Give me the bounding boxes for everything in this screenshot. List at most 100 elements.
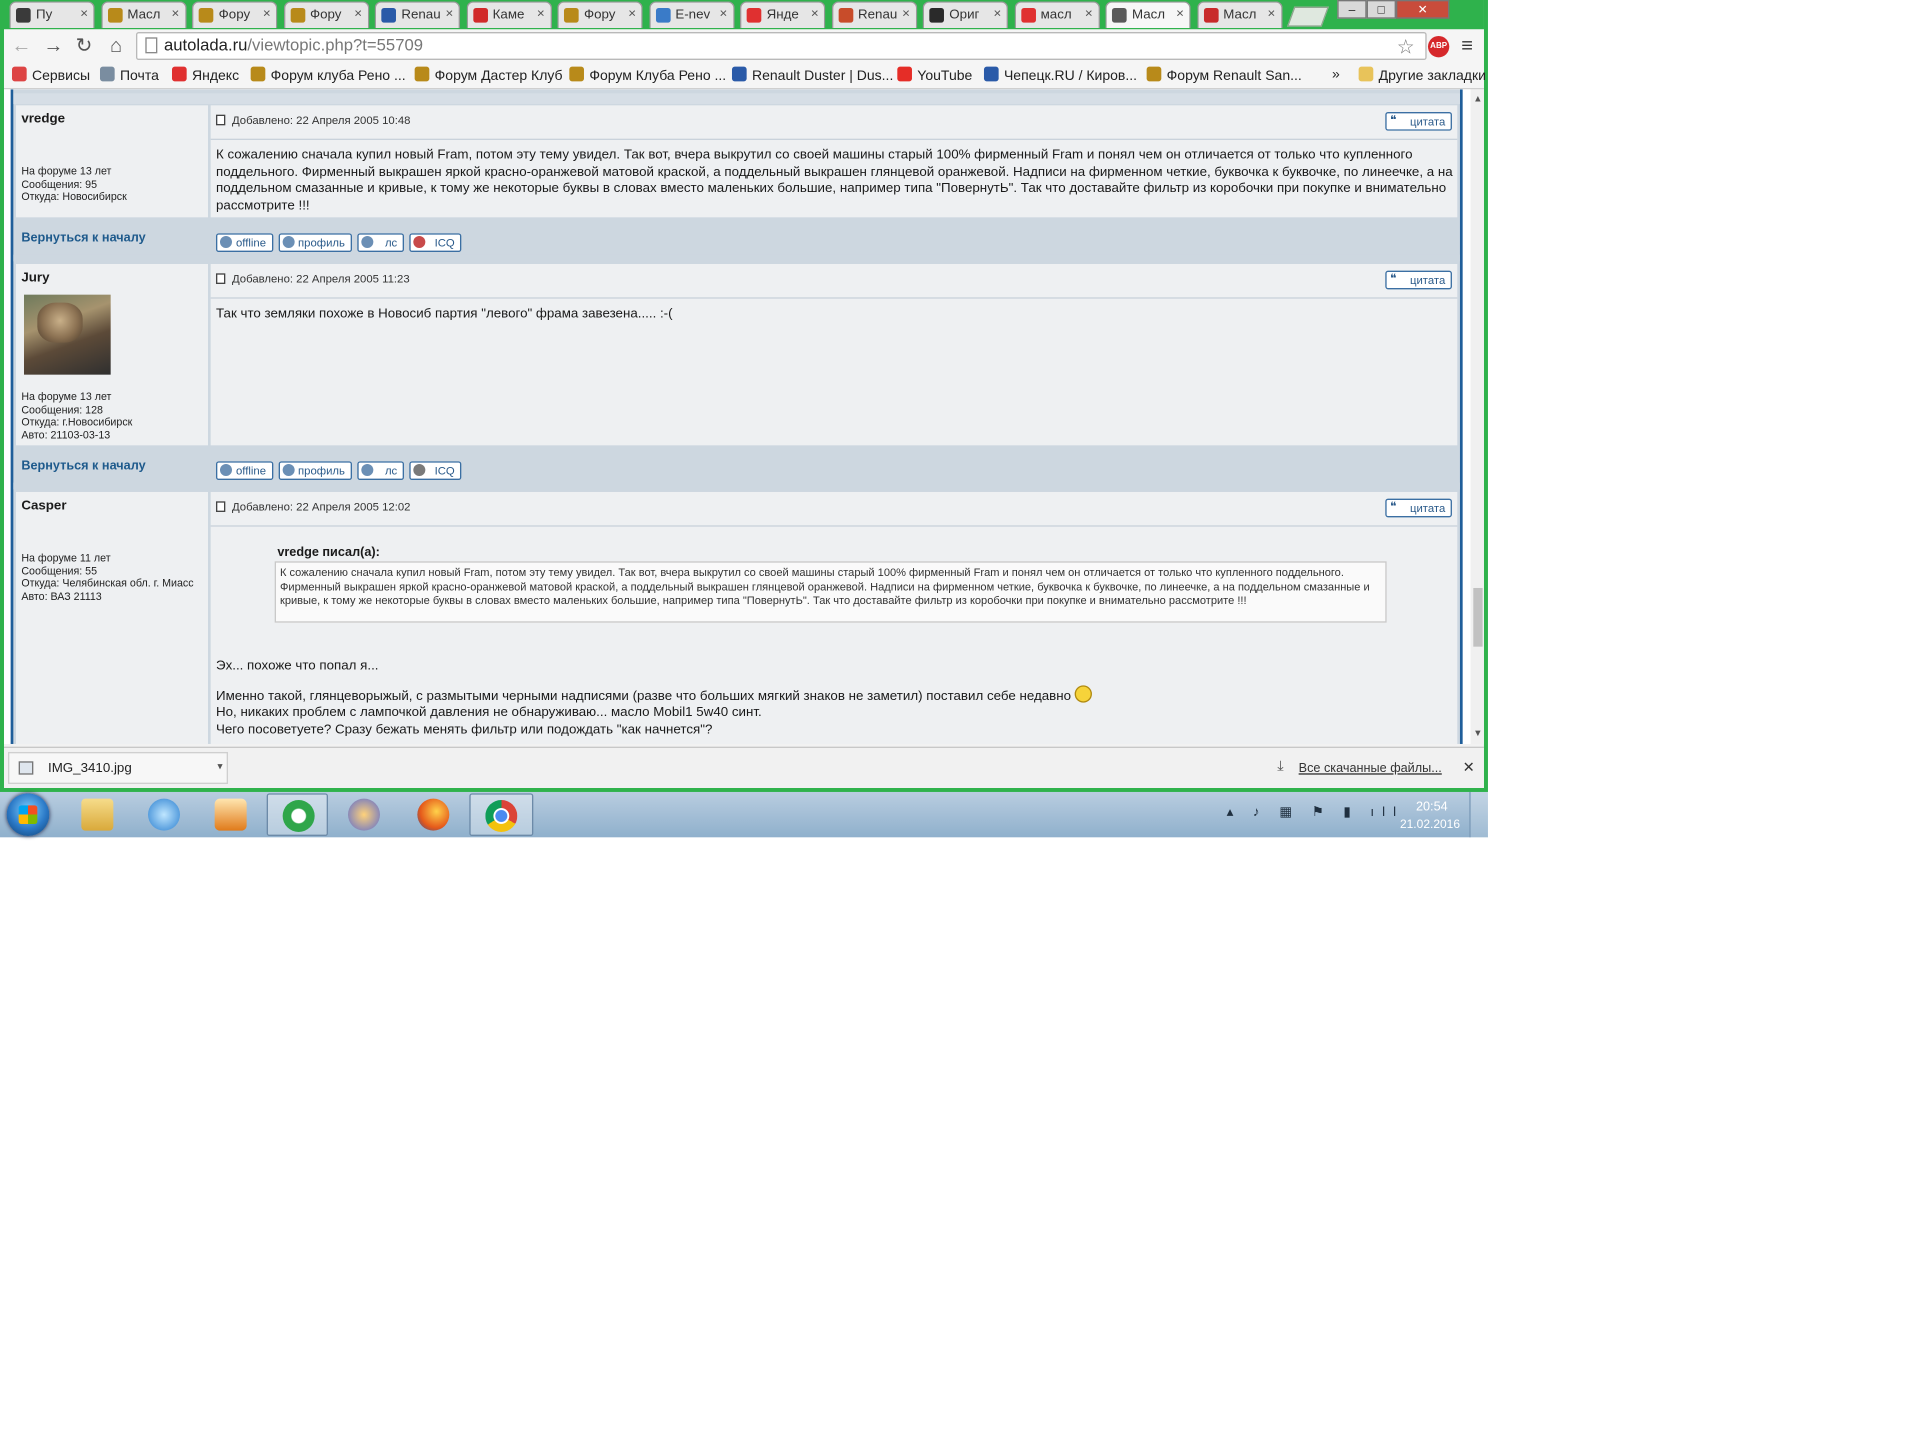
bookmark-item[interactable]: Яндекс bbox=[171, 66, 239, 84]
browser-tab[interactable]: Масл × bbox=[1105, 1, 1191, 28]
tab-close-icon[interactable]: × bbox=[537, 7, 545, 22]
show-desktop-button[interactable] bbox=[1469, 791, 1490, 838]
taskbar-mail-agent[interactable] bbox=[266, 793, 328, 836]
icq-button[interactable]: ICQ bbox=[409, 461, 462, 480]
bookmark-item[interactable]: Чепецк.RU / Киров... bbox=[983, 66, 1137, 84]
maximize-button[interactable]: □ bbox=[1366, 0, 1396, 19]
profile-button[interactable]: профиль bbox=[278, 461, 352, 480]
quote-button[interactable]: цитата bbox=[1384, 270, 1452, 290]
new-tab-button[interactable] bbox=[1286, 6, 1329, 27]
bookmark-item[interactable]: Форум Дастер Клуб bbox=[414, 66, 563, 84]
tab-close-icon[interactable]: × bbox=[994, 7, 1002, 22]
url-text[interactable]: autolada.ru/viewtopic.php?t=55709 bbox=[164, 36, 423, 55]
address-bar[interactable]: autolada.ru/viewtopic.php?t=55709 ☆ bbox=[135, 31, 1427, 60]
browser-tab[interactable]: E-nev × bbox=[648, 1, 734, 28]
bookmark-label: Почта bbox=[119, 67, 159, 84]
bookmark-label: Сервисы bbox=[31, 67, 91, 84]
system-tray[interactable]: ▴ ♪ ▦ ⚑ ▮ ıll bbox=[1227, 805, 1404, 820]
menu-icon[interactable]: ≡ bbox=[1461, 35, 1473, 58]
browser-tab[interactable]: Янде × bbox=[739, 1, 826, 28]
browser-tab[interactable]: Фору × bbox=[191, 1, 278, 28]
home-icon[interactable]: ⌂ bbox=[104, 35, 128, 59]
download-bar: IMG_3410.jpg ▾ ⤓ Все скачанные файлы... … bbox=[3, 746, 1484, 788]
vertical-scrollbar[interactable]: ▲ ▼ bbox=[1470, 89, 1484, 744]
bookmark-item[interactable]: YouTube bbox=[897, 66, 972, 84]
tab-close-icon[interactable]: × bbox=[1085, 7, 1093, 22]
browser-tab[interactable]: Renau × bbox=[374, 1, 460, 28]
scroll-down-icon[interactable]: ▼ bbox=[1473, 729, 1482, 738]
browser-tab[interactable]: Renau × bbox=[831, 1, 917, 28]
icq-icon bbox=[413, 235, 426, 248]
tab-close-icon[interactable]: × bbox=[1268, 7, 1276, 22]
tab-close-icon[interactable]: × bbox=[263, 7, 271, 22]
close-window-button[interactable]: ✕ bbox=[1395, 0, 1450, 19]
tab-favicon-icon bbox=[15, 7, 31, 23]
browser-tab[interactable]: Масл × bbox=[100, 1, 186, 28]
tab-close-icon[interactable]: × bbox=[720, 7, 728, 22]
taskbar-ie[interactable] bbox=[133, 793, 194, 836]
tab-close-icon[interactable]: × bbox=[1176, 7, 1184, 22]
post-author[interactable]: Jury bbox=[21, 271, 49, 286]
browser-tab[interactable]: Пу × bbox=[9, 1, 95, 28]
back-to-top-link[interactable]: Вернуться к началу bbox=[21, 231, 145, 246]
pm-button[interactable]: лс bbox=[356, 233, 404, 252]
all-downloads-link[interactable]: Все скачанные файлы... bbox=[1299, 761, 1442, 776]
adblock-plus-icon[interactable]: ABP bbox=[1427, 35, 1450, 58]
bookmark-item[interactable]: Форум Renault San... bbox=[1146, 66, 1302, 84]
profile-button[interactable]: профиль bbox=[278, 233, 352, 252]
forward-icon[interactable]: → bbox=[41, 35, 65, 59]
bookmark-item[interactable]: Форум Клуба Рено ... bbox=[569, 66, 726, 84]
taskbar-firefox[interactable] bbox=[403, 793, 464, 836]
icq-button[interactable]: ICQ bbox=[409, 233, 462, 252]
bookmarks-more-button[interactable]: » bbox=[1332, 67, 1340, 83]
offline-button[interactable]: offline bbox=[215, 461, 273, 480]
post-divider bbox=[210, 525, 1458, 527]
tab-close-icon[interactable]: × bbox=[172, 7, 180, 22]
scroll-up-icon[interactable]: ▲ bbox=[1473, 95, 1482, 104]
post-author[interactable]: vredge bbox=[21, 112, 65, 127]
clock-time[interactable]: 20:54 bbox=[1416, 800, 1448, 815]
offline-button[interactable]: offline bbox=[215, 233, 273, 252]
tab-close-icon[interactable]: × bbox=[628, 7, 636, 22]
taskbar-browser-2[interactable] bbox=[333, 793, 394, 836]
close-icon[interactable]: ✕ bbox=[1463, 759, 1475, 776]
pm-button[interactable]: лс bbox=[356, 461, 404, 480]
other-bookmarks[interactable]: Другие закладки bbox=[1358, 66, 1486, 84]
post-author[interactable]: Casper bbox=[21, 499, 66, 514]
reload-icon[interactable]: ↻ bbox=[72, 35, 96, 59]
bookmark-star-icon[interactable]: ☆ bbox=[1397, 35, 1415, 59]
post-author-info: На форуме 11 лет Сообщения: 55 Откуда: Ч… bbox=[21, 551, 194, 602]
browser-window: Пу × Масл × Фору × Фору × Renau × Каме × Фору × E-nev ×… bbox=[0, 0, 1488, 792]
clock-date[interactable]: 21.02.2016 bbox=[1400, 817, 1460, 830]
tab-close-icon[interactable]: × bbox=[902, 7, 910, 22]
download-item[interactable]: IMG_3410.jpg ▾ bbox=[7, 751, 228, 784]
bookmark-label: Форум клуба Рено ... bbox=[270, 67, 406, 84]
taskbar-chrome[interactable] bbox=[469, 793, 534, 836]
quote-button[interactable]: цитата bbox=[1384, 111, 1452, 131]
browser-tab[interactable]: Масл × bbox=[1196, 1, 1282, 28]
tab-close-icon[interactable]: × bbox=[811, 7, 819, 22]
taskbar-explorer[interactable] bbox=[67, 793, 128, 836]
quote-button[interactable]: цитата bbox=[1384, 498, 1452, 518]
browser-tab[interactable]: Ориг × bbox=[922, 1, 1008, 28]
tab-close-icon[interactable]: × bbox=[446, 7, 454, 22]
back-icon[interactable]: ← bbox=[9, 35, 33, 59]
tab-close-icon[interactable]: × bbox=[80, 7, 88, 22]
taskbar-media-player[interactable] bbox=[200, 793, 261, 836]
start-button[interactable] bbox=[6, 793, 50, 836]
bookmark-item[interactable]: Renault Duster | Dus... bbox=[731, 66, 893, 84]
back-to-top-link[interactable]: Вернуться к началу bbox=[21, 459, 145, 474]
bookmark-item[interactable]: Почта bbox=[99, 66, 159, 84]
bookmark-item[interactable]: Сервисы bbox=[11, 66, 91, 84]
browser-tab[interactable]: Фору × bbox=[557, 1, 643, 28]
quote-block: К сожалению сначала купил новый Fram, по… bbox=[274, 561, 1387, 623]
browser-tab[interactable]: Фору × bbox=[283, 1, 369, 28]
browser-tab[interactable]: Каме × bbox=[465, 1, 552, 28]
minimize-button[interactable]: ‒ bbox=[1337, 0, 1367, 19]
download-file-name[interactable]: IMG_3410.jpg bbox=[48, 761, 132, 776]
bookmark-item[interactable]: Форум клуба Рено ... bbox=[250, 66, 406, 84]
chevron-down-icon[interactable]: ▾ bbox=[217, 760, 222, 772]
browser-tab[interactable]: масл × bbox=[1013, 1, 1100, 28]
scrollbar-thumb[interactable] bbox=[1473, 587, 1483, 647]
tab-close-icon[interactable]: × bbox=[354, 7, 362, 22]
